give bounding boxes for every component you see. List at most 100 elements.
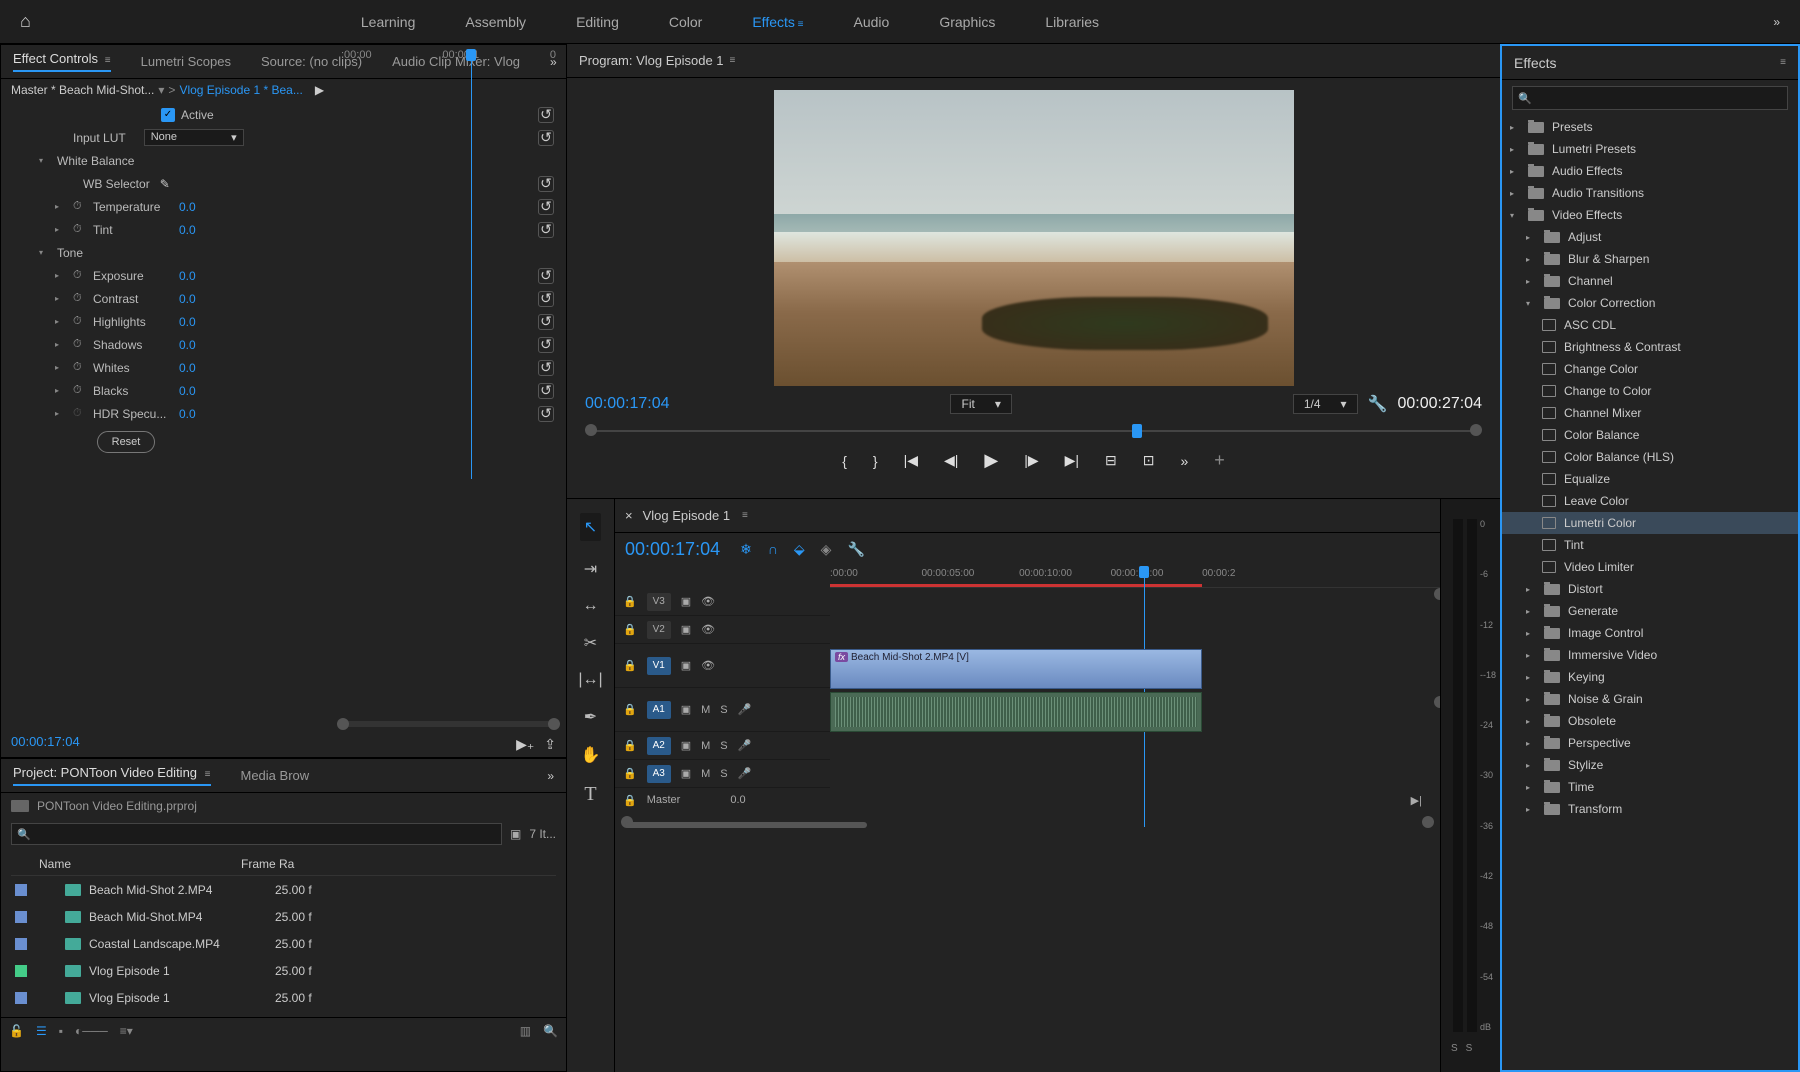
ripple-tool-icon[interactable]: ↔ (583, 597, 599, 615)
effects-folder[interactable]: ▸ Immersive Video (1502, 644, 1798, 666)
workspace-tab-learning[interactable]: Learning (361, 14, 416, 30)
toggle-output-icon[interactable]: ▣ (681, 595, 691, 608)
home-icon[interactable]: ⌂ (20, 11, 31, 32)
effects-folder[interactable]: ▸ Adjust (1502, 226, 1798, 248)
ec-timecode[interactable]: 00:00:17:04 (1, 730, 90, 753)
collapse-icon[interactable]: ▾ (1526, 299, 1536, 308)
project-item[interactable]: Beach Mid-Shot.MP4 25.00 f (11, 903, 556, 930)
audio-track-header[interactable]: 🔒 A3 ▣ M S 🎤 (615, 760, 830, 788)
effect-item[interactable]: Change to Color (1502, 380, 1798, 402)
add-button-icon[interactable]: + (1214, 450, 1225, 471)
param-value[interactable]: 0.0 (179, 292, 196, 306)
lift-icon[interactable]: ⊟ (1105, 452, 1117, 469)
track-select-tool-icon[interactable]: ⇥ (584, 559, 597, 579)
white-balance-group[interactable]: White Balance (57, 154, 134, 168)
toggle-output-icon[interactable]: ▣ (681, 703, 691, 716)
mute-icon[interactable]: M (701, 740, 710, 752)
effects-folder[interactable]: ▸ Channel (1502, 270, 1798, 292)
effects-folder[interactable]: ▸ Image Control (1502, 622, 1798, 644)
reset-icon[interactable]: ↺ (538, 383, 554, 399)
collapse-icon[interactable]: ▾ (39, 156, 51, 165)
param-value[interactable]: 0.0 (179, 407, 196, 421)
expand-icon[interactable]: ▸ (1510, 167, 1520, 176)
eye-icon[interactable]: 👁 (701, 623, 715, 636)
audio-clip[interactable] (830, 692, 1202, 732)
expand-icon[interactable]: ▸ (1510, 145, 1520, 154)
reset-icon[interactable]: ↺ (538, 406, 554, 422)
play-icon[interactable]: ▶ (984, 450, 998, 471)
ec-sequence-clip[interactable]: Vlog Episode 1 * Bea... (179, 83, 302, 97)
reset-icon[interactable]: ↺ (538, 107, 554, 123)
stopwatch-icon[interactable]: ⏱ (73, 315, 87, 329)
stopwatch-icon[interactable]: ⏱ (73, 338, 87, 352)
export-frame-icon[interactable]: ⇪ (544, 736, 556, 753)
expand-icon[interactable]: ▸ (1526, 255, 1536, 264)
quality-dropdown[interactable]: 1/4▾ (1293, 394, 1358, 414)
eye-icon[interactable]: 👁 (701, 595, 715, 608)
ec-master-clip[interactable]: Master * Beach Mid-Shot... (11, 83, 154, 97)
expand-icon[interactable]: ▸ (1526, 739, 1536, 748)
effect-item[interactable]: ASC CDL (1502, 314, 1798, 336)
voice-over-icon[interactable]: 🎤 (738, 767, 752, 780)
expand-icon[interactable]: ▸ (55, 271, 67, 280)
type-tool-icon[interactable]: T (584, 783, 596, 806)
media-browser-tab[interactable]: Media Brow (241, 768, 310, 783)
expand-icon[interactable]: ▸ (1526, 805, 1536, 814)
panel-tab[interactable]: Effect Controls ≡ (13, 51, 111, 72)
effect-item[interactable]: Lumetri Color (1502, 512, 1798, 534)
lock-icon[interactable]: 🔒 (623, 703, 637, 716)
param-value[interactable]: 0.0 (179, 361, 196, 375)
lock-icon[interactable]: 🔒 (623, 794, 637, 807)
effect-item[interactable]: Channel Mixer (1502, 402, 1798, 424)
pen-tool-icon[interactable]: ✒ (584, 707, 597, 727)
wrench-icon[interactable]: 🔧 (1368, 394, 1388, 414)
video-track-header[interactable]: 🔒 V3 ▣ 👁 (615, 588, 830, 616)
panel-menu-icon[interactable]: ≡ (1780, 57, 1786, 68)
workspace-tab-color[interactable]: Color (669, 14, 702, 30)
param-value[interactable]: 0.0 (179, 338, 196, 352)
freeform-view-icon[interactable]: ◐─── (75, 1024, 108, 1038)
reset-icon[interactable]: ↺ (538, 176, 554, 192)
effects-folder[interactable]: ▸ Audio Transitions (1502, 182, 1798, 204)
expand-icon[interactable]: ▸ (1526, 717, 1536, 726)
ec-zoom-scrollbar[interactable] (341, 721, 556, 727)
timeline-zoom-scrollbar[interactable] (625, 816, 1430, 836)
solo-s-icon[interactable]: S (1466, 1043, 1473, 1054)
play-only-icon[interactable]: ▶₊ (516, 736, 534, 753)
toggle-output-icon[interactable]: ▣ (681, 739, 691, 752)
effect-item[interactable]: Color Balance (HLS) (1502, 446, 1798, 468)
step-back-icon[interactable]: ◀| (944, 452, 958, 469)
effects-search-input[interactable] (1512, 86, 1788, 110)
input-lut-dropdown[interactable]: None▾ (144, 129, 244, 146)
tone-group[interactable]: Tone (57, 246, 83, 260)
effects-folder[interactable]: ▸ Perspective (1502, 732, 1798, 754)
reset-icon[interactable]: ↺ (538, 360, 554, 376)
ec-time-ruler[interactable]: :00:0000:00:10 (341, 49, 556, 69)
list-view-icon[interactable]: ☰ (36, 1024, 47, 1038)
sequence-tab[interactable]: Vlog Episode 1 (643, 508, 730, 523)
effects-folder[interactable]: ▸ Blur & Sharpen (1502, 248, 1798, 270)
solo-icon[interactable]: S (720, 740, 727, 752)
expand-icon[interactable]: ▸ (1510, 123, 1520, 132)
expand-icon[interactable]: ▸ (1526, 783, 1536, 792)
effects-folder[interactable]: ▸ Generate (1502, 600, 1798, 622)
audio-track-header[interactable]: 🔒 A2 ▣ M S 🎤 (615, 732, 830, 760)
reset-icon[interactable]: ↺ (538, 130, 554, 146)
solo-s-icon[interactable]: S (1451, 1043, 1458, 1054)
project-item[interactable]: Vlog Episode 1 25.00 f (11, 957, 556, 984)
linked-selection-icon[interactable]: ⬙ (794, 541, 805, 558)
workspace-tab-assembly[interactable]: Assembly (465, 14, 526, 30)
expand-icon[interactable]: ▸ (55, 340, 67, 349)
panel-menu-icon[interactable]: ≡ (730, 55, 736, 66)
expand-icon[interactable]: ▸ (1526, 629, 1536, 638)
stopwatch-icon[interactable]: ⏱ (73, 269, 87, 283)
project-item[interactable]: Beach Mid-Shot 2.MP4 25.00 f (11, 876, 556, 903)
expand-icon[interactable]: ▸ (55, 294, 67, 303)
effect-item[interactable]: Tint (1502, 534, 1798, 556)
panel-overflow-icon[interactable]: » (547, 769, 554, 783)
video-track-header[interactable]: 🔒 V1 ▣ 👁 (615, 644, 830, 688)
go-to-out-icon[interactable]: ▶| (1065, 452, 1079, 469)
stopwatch-icon[interactable]: ⏱ (73, 384, 87, 398)
expand-icon[interactable]: ▸ (1526, 277, 1536, 286)
settings-icon[interactable]: 🔧 (847, 541, 864, 558)
